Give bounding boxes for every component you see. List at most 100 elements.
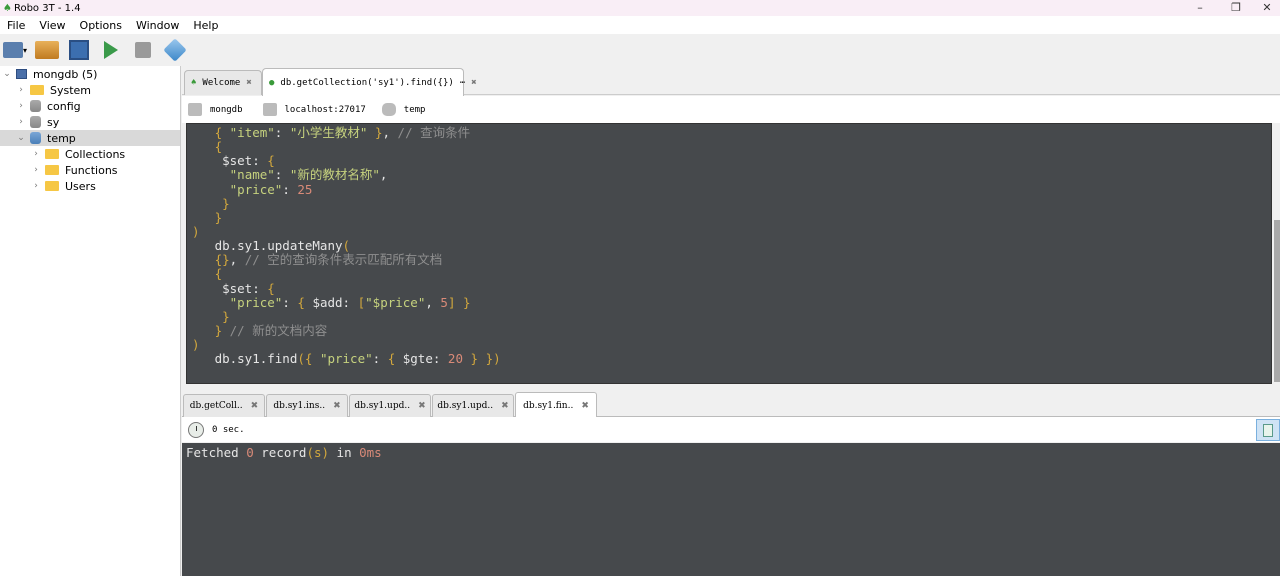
code-token: { xyxy=(297,294,305,310)
connection-icon xyxy=(188,103,202,116)
code-token: "新的教材名称" xyxy=(289,167,380,183)
code-token: ( xyxy=(342,238,351,254)
code-token: { xyxy=(267,280,275,296)
tab-welcome[interactable]: ♠ Welcome ✖ xyxy=(184,70,262,95)
close-tab-icon[interactable]: ✖ xyxy=(581,401,589,411)
close-tab-icon[interactable]: ✖ xyxy=(471,78,476,88)
close-tab-icon[interactable]: ✖ xyxy=(501,401,509,411)
code-token: , xyxy=(382,125,398,140)
tree-server-mongdb[interactable]: ⌄ mongdb (5) xyxy=(0,66,180,82)
code-line: ) xyxy=(192,338,1271,352)
menu-options[interactable]: Options xyxy=(73,19,129,32)
tree-item-config[interactable]: › config xyxy=(0,98,180,114)
tree-item-functions[interactable]: › Functions xyxy=(0,162,180,178)
database-icon xyxy=(381,103,396,116)
stop-icon xyxy=(135,42,151,58)
result-tab[interactable]: db.sy1.upd.. ✖ xyxy=(432,394,514,417)
tree-item-system[interactable]: › System xyxy=(0,82,180,98)
code-token: { xyxy=(214,266,223,282)
stop-button[interactable] xyxy=(130,37,156,63)
save-icon xyxy=(69,40,89,60)
host-address: localhost:27017 xyxy=(284,104,366,115)
menu-file[interactable]: File xyxy=(0,19,32,32)
text-view-button[interactable] xyxy=(1256,419,1280,441)
code-token: {} xyxy=(214,252,230,268)
chevron-right-icon[interactable]: › xyxy=(14,117,28,127)
close-button[interactable]: ✕ xyxy=(1252,0,1280,16)
code-line: } xyxy=(192,196,1271,211)
chevron-right-icon[interactable]: › xyxy=(29,181,43,191)
database-icon xyxy=(30,132,41,144)
app-logo-icon: ♠ xyxy=(3,2,12,14)
code-line: "price": 25 xyxy=(192,182,1271,197)
code-line: ) xyxy=(192,224,1271,239)
database-icon xyxy=(30,100,41,112)
query-editor[interactable]: { "item": "小学生教材" }, // 查询条件 { $set: { "… xyxy=(186,123,1272,384)
code-content[interactable]: { "item": "小学生教材" }, // 查询条件 { $set: { "… xyxy=(187,124,1271,366)
code-token: } xyxy=(214,322,223,338)
menu-window[interactable]: Window xyxy=(129,19,186,32)
folder-icon xyxy=(45,181,59,191)
save-button[interactable] xyxy=(66,37,92,63)
code-line: $set: { xyxy=(192,280,1271,296)
tab-label: db.getColl.. xyxy=(189,401,243,411)
code-line: "price": { $add: ["$price", 5] } xyxy=(192,294,1271,310)
chevron-right-icon[interactable]: › xyxy=(29,149,43,159)
editor-scrollbar-thumb[interactable] xyxy=(1274,220,1280,382)
result-output[interactable]: Fetched 0 record(s) in 0ms xyxy=(182,443,1280,576)
code-line: db.sy1.updateMany( xyxy=(192,239,1271,253)
close-tab-icon[interactable]: ✖ xyxy=(333,401,341,411)
refresh-button[interactable] xyxy=(162,37,188,63)
close-tab-icon[interactable]: ✖ xyxy=(246,78,251,88)
chevron-right-icon[interactable]: › xyxy=(29,165,43,175)
chevron-down-icon[interactable]: ⌄ xyxy=(0,69,14,79)
tab-query[interactable]: ● db.getCollection('sy1').find({}) ⋯ ✖ xyxy=(262,68,477,96)
close-tab-icon[interactable]: ✖ xyxy=(418,401,426,411)
code-line: db.sy1.find({ "price": { $gte: 20 } }) xyxy=(192,352,1271,366)
connect-button[interactable]: ▾ xyxy=(2,37,28,63)
code-line: {}, // 空的查询条件表示匹配所有文档 xyxy=(192,253,1271,267)
menu-view[interactable]: View xyxy=(32,19,72,32)
code-token: , xyxy=(229,252,245,268)
result-tab-active[interactable]: db.sy1.fin.. ✖ xyxy=(515,392,597,418)
tab-more: ⋯ xyxy=(459,77,466,88)
chevron-down-icon[interactable]: ⌄ xyxy=(14,133,28,143)
tree-label: Functions xyxy=(65,163,118,177)
chevron-right-icon[interactable]: › xyxy=(14,85,28,95)
result-tab[interactable]: db.sy1.ins.. ✖ xyxy=(266,394,348,417)
close-tab-icon[interactable]: ✖ xyxy=(251,401,259,411)
tree-label: mongdb (5) xyxy=(33,67,98,81)
tree-item-collections[interactable]: › Collections xyxy=(0,146,180,162)
tree-item-sy[interactable]: › sy xyxy=(0,114,180,130)
result-tab[interactable]: db.getColl.. ✖ xyxy=(183,394,265,417)
result-tab[interactable]: db.sy1.upd.. ✖ xyxy=(349,394,431,417)
query-tabs: ♠ Welcome ✖ ● db.getCollection('sy1').find(… xyxy=(182,68,1280,96)
menu-help[interactable]: Help xyxy=(186,19,225,32)
minimize-button[interactable]: – xyxy=(1185,0,1215,16)
document-icon xyxy=(1263,424,1273,437)
leaf-icon: ● xyxy=(269,77,275,88)
code-token: "$price" xyxy=(365,294,426,310)
tree-item-temp[interactable]: ⌄ temp xyxy=(0,130,180,146)
code-token: db.sy1.find xyxy=(192,351,298,367)
tree-label: temp xyxy=(47,131,76,145)
restore-button[interactable]: ❐ xyxy=(1221,0,1251,16)
open-button[interactable] xyxy=(34,37,60,63)
code-token: ) xyxy=(192,337,200,353)
tree-item-users[interactable]: › Users xyxy=(0,178,180,194)
refresh-icon xyxy=(163,38,187,62)
chevron-right-icon[interactable]: › xyxy=(14,101,28,111)
folder-icon xyxy=(45,149,59,159)
code-line: { xyxy=(192,267,1271,281)
execute-button[interactable] xyxy=(98,37,124,63)
